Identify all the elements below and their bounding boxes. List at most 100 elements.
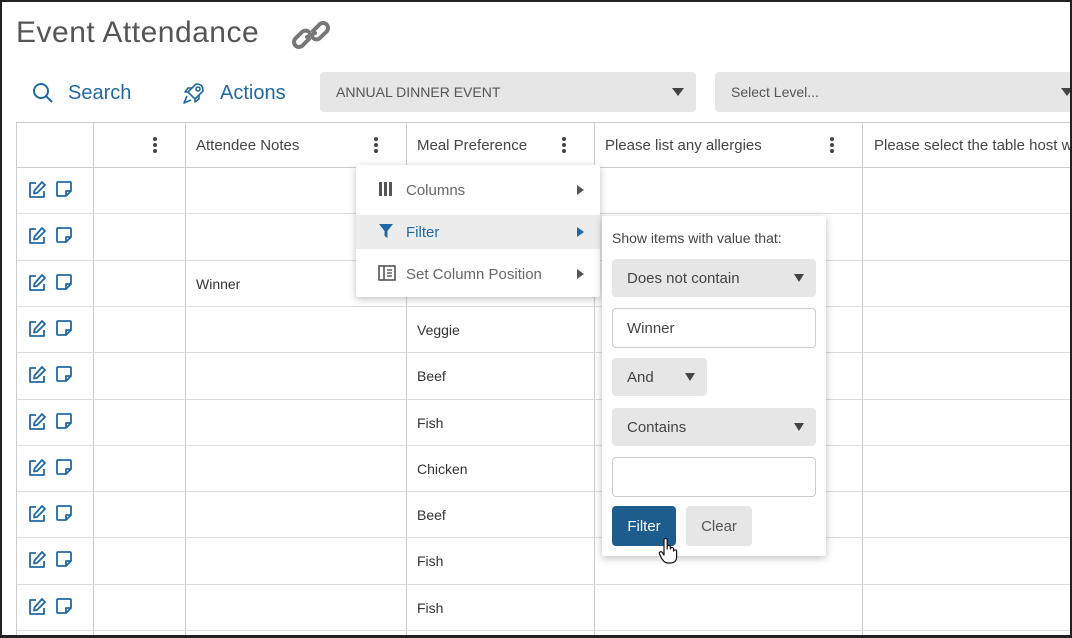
filter-value2-input[interactable]: [612, 457, 816, 497]
menu-item-label: Set Column Position: [406, 265, 542, 283]
filter-panel: Show items with value that: Does not con…: [602, 216, 826, 556]
column-divider: [185, 123, 186, 635]
edit-icon[interactable]: [27, 365, 47, 385]
row-actions: [27, 458, 73, 478]
chevron-right-icon: [577, 185, 584, 195]
row-actions: [27, 226, 73, 246]
row-actions: [27, 180, 73, 200]
level-select[interactable]: Select Level...: [715, 72, 1070, 112]
edit-icon[interactable]: [27, 226, 47, 246]
filter-instructions: Show items with value that:: [612, 230, 782, 246]
row-divider: [17, 444, 1070, 446]
link-icon[interactable]: [292, 20, 332, 50]
chevron-right-icon: [577, 227, 584, 237]
app-window: Event Attendance Search Actions ANNUAL D…: [0, 0, 1072, 638]
logic-value: And: [627, 368, 654, 386]
column-divider: [862, 123, 863, 635]
header-table-host: Please select the table host w: [874, 136, 1072, 154]
header-allergies: Please list any allergies: [605, 136, 762, 154]
note-icon[interactable]: [55, 504, 73, 522]
header-meal-preference: Meal Preference: [417, 136, 528, 154]
note-icon[interactable]: [55, 180, 73, 198]
actions-label: Actions: [220, 81, 286, 104]
note-icon[interactable]: [55, 226, 73, 244]
row-divider: [17, 630, 1070, 631]
cell-meal-preference: Fish: [417, 553, 444, 570]
row-divider: [17, 537, 1070, 539]
clear-button[interactable]: Clear: [686, 506, 752, 546]
search-button[interactable]: Search: [32, 78, 131, 108]
condition1-select[interactable]: Does not contain: [612, 259, 816, 297]
note-icon[interactable]: [55, 550, 73, 568]
note-icon[interactable]: [55, 365, 73, 383]
chevron-right-icon: [577, 269, 584, 279]
row-actions: [27, 365, 73, 385]
note-icon[interactable]: [55, 319, 73, 337]
row-divider: [17, 583, 1070, 585]
event-select-value: ANNUAL DINNER EVENT: [336, 84, 501, 100]
cell-meal-preference: Beef: [417, 368, 446, 385]
menu-item-label: Columns: [406, 181, 466, 199]
cell-meal-preference: Fish: [417, 599, 444, 616]
row-actions: [27, 550, 73, 570]
column-position-icon: [378, 265, 396, 281]
menu-item-label: Filter: [406, 223, 440, 241]
hand-pointer-icon: [658, 538, 678, 564]
menu-item-filter[interactable]: Filter: [356, 215, 600, 249]
chevron-down-icon: [672, 88, 684, 96]
note-icon[interactable]: [55, 412, 73, 430]
edit-icon[interactable]: [27, 550, 47, 570]
edit-icon[interactable]: [27, 504, 47, 524]
row-divider: [17, 491, 1070, 493]
search-icon: [33, 83, 53, 103]
columns-icon: [379, 182, 392, 196]
cell-meal-preference: Fish: [417, 414, 444, 431]
edit-icon[interactable]: [27, 597, 47, 617]
column-menu-icon[interactable]: [561, 135, 567, 155]
note-icon[interactable]: [55, 273, 73, 291]
column-menu-icon[interactable]: [152, 135, 158, 155]
column-menu-icon[interactable]: [373, 135, 379, 155]
chevron-down-icon: [794, 423, 804, 431]
column-menu-icon[interactable]: [829, 135, 835, 155]
edit-icon[interactable]: [27, 412, 47, 432]
menu-item-columns[interactable]: Columns: [356, 173, 600, 207]
actions-button[interactable]: Actions: [182, 78, 286, 108]
row-actions: [27, 412, 73, 432]
edit-icon[interactable]: [27, 180, 47, 200]
row-divider: [17, 305, 1070, 307]
event-select[interactable]: ANNUAL DINNER EVENT: [320, 72, 696, 112]
level-select-placeholder: Select Level...: [731, 84, 819, 100]
rocket-icon: [183, 83, 204, 104]
chevron-down-icon: [794, 274, 804, 282]
header-attendee-notes: Attendee Notes: [196, 136, 300, 154]
row-actions: [27, 273, 73, 293]
column-menu: Columns Filter Set Column Position: [356, 165, 600, 297]
search-label: Search: [68, 81, 132, 104]
edit-icon[interactable]: [27, 273, 47, 293]
page-title: Event Attendance: [16, 16, 260, 49]
note-icon[interactable]: [55, 458, 73, 476]
note-icon[interactable]: [55, 597, 73, 615]
condition2-select[interactable]: Contains: [612, 408, 816, 446]
row-divider: [17, 352, 1070, 354]
row-actions: [27, 597, 73, 617]
filter-icon: [379, 224, 393, 238]
logic-select[interactable]: And: [612, 358, 707, 396]
chevron-down-icon: [1061, 88, 1070, 96]
cell-meal-preference: Chicken: [417, 460, 468, 477]
row-actions: [27, 504, 73, 524]
edit-icon[interactable]: [27, 458, 47, 478]
condition2-value: Contains: [627, 418, 687, 436]
condition1-value: Does not contain: [627, 269, 740, 287]
cell-meal-preference: Veggie: [417, 321, 460, 338]
column-divider: [93, 123, 94, 635]
chevron-down-icon: [685, 373, 695, 381]
menu-item-set-column-position[interactable]: Set Column Position: [356, 257, 600, 291]
filter-value1-input[interactable]: [612, 308, 816, 348]
cell-attendee-notes: Winner: [196, 275, 241, 292]
edit-icon[interactable]: [27, 319, 47, 339]
row-divider: [17, 398, 1070, 400]
row-actions: [27, 319, 73, 339]
header-blank: [97, 123, 181, 167]
